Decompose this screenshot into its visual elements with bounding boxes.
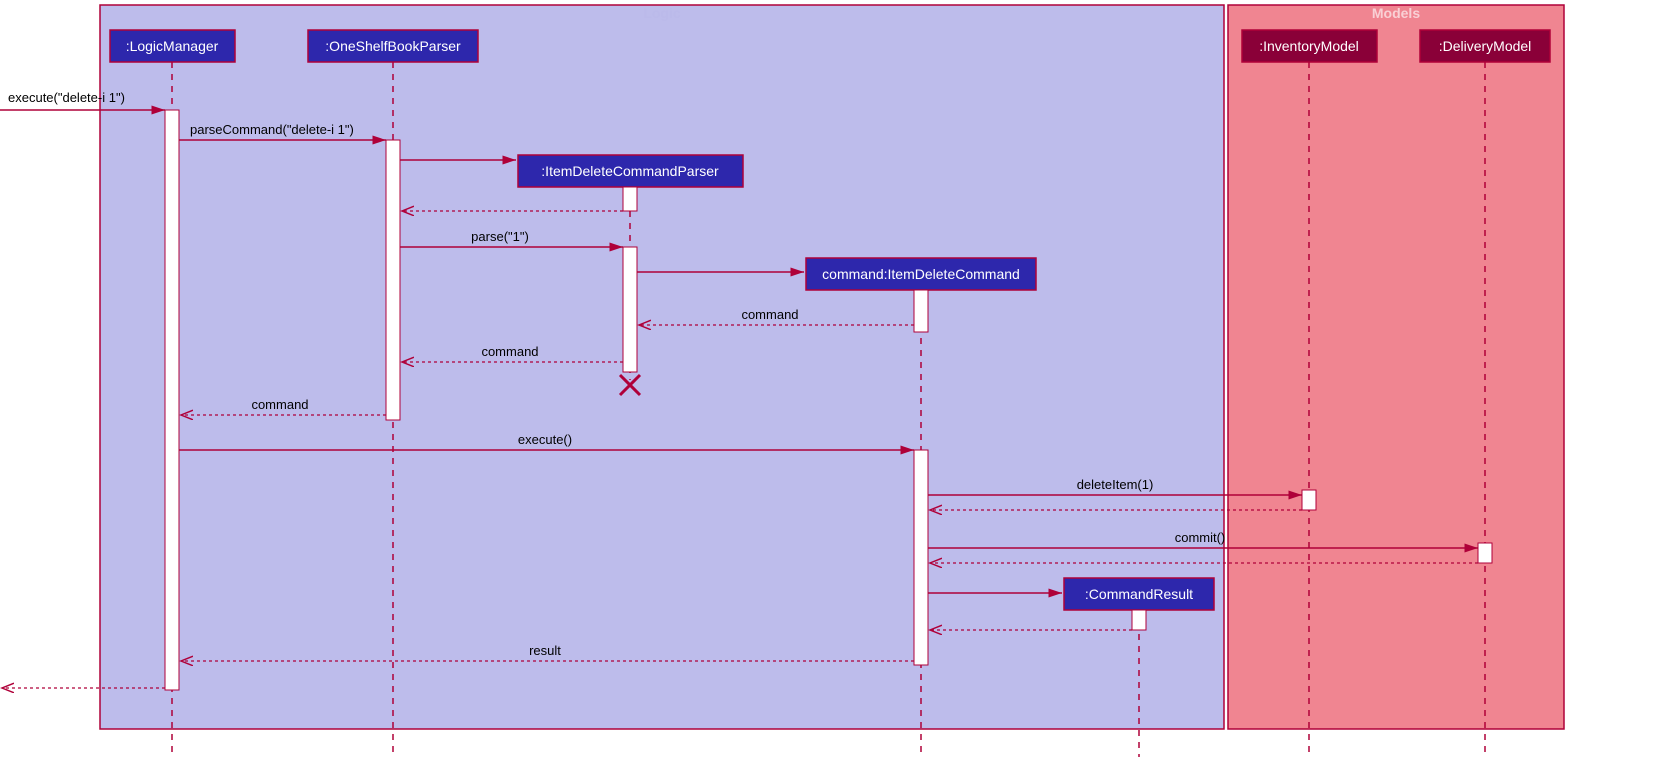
msg-label: execute("delete-i 1") <box>8 90 125 105</box>
models-box-label: Models <box>1372 5 1420 21</box>
models-box <box>1228 5 1564 729</box>
lifeline-itemdeletecommand: command:ItemDeleteCommand <box>806 258 1036 290</box>
svg-text::DeliveryModel: :DeliveryModel <box>1439 38 1532 54</box>
msg-label: command <box>481 344 538 359</box>
msg-label: commit() <box>1175 530 1226 545</box>
msg-label: command <box>741 307 798 322</box>
activation <box>386 140 400 420</box>
svg-text::InventoryModel: :InventoryModel <box>1259 38 1359 54</box>
activation <box>1302 490 1316 510</box>
svg-text::OneShelfBookParser: :OneShelfBookParser <box>325 38 461 54</box>
lifeline-deliverymodel: :DeliveryModel <box>1420 30 1550 62</box>
msg-label: command <box>251 397 308 412</box>
activation <box>1478 543 1492 563</box>
activation <box>914 290 928 332</box>
activation <box>914 450 928 665</box>
lifeline-logicmanager: :LogicManager <box>110 30 235 62</box>
activation <box>623 187 637 211</box>
activation <box>623 247 637 372</box>
svg-text::ItemDeleteCommandParser: :ItemDeleteCommandParser <box>541 163 719 179</box>
msg-label: execute() <box>518 432 572 447</box>
logic-box-label: Logic <box>643 5 681 21</box>
activation <box>165 110 179 690</box>
svg-text::LogicManager: :LogicManager <box>126 38 219 54</box>
logic-box <box>100 5 1224 729</box>
lifeline-commandresult: :CommandResult <box>1064 578 1214 610</box>
msg-label: deleteItem(1) <box>1077 477 1154 492</box>
svg-text::CommandResult: :CommandResult <box>1085 586 1193 602</box>
msg-label: result <box>529 643 561 658</box>
lifeline-oneshelfbookparser: :OneShelfBookParser <box>308 30 478 62</box>
lifeline-inventorymodel: :InventoryModel <box>1242 30 1377 62</box>
activation <box>1132 610 1146 630</box>
svg-text:command:ItemDeleteCommand: command:ItemDeleteCommand <box>822 266 1020 282</box>
lifeline-itemdeletecommandparser: :ItemDeleteCommandParser <box>518 155 743 187</box>
msg-label: parseCommand("delete-i 1") <box>190 122 354 137</box>
msg-label: parse("1") <box>471 229 529 244</box>
